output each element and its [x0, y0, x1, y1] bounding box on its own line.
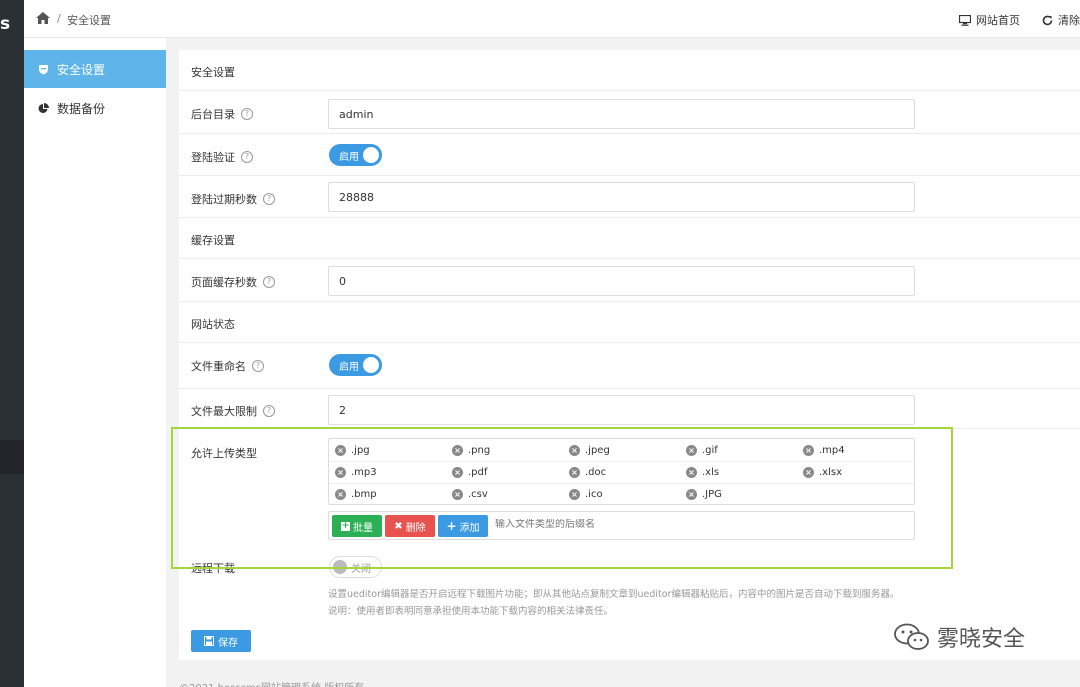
clear-cache-link[interactable]: 清除	[1042, 12, 1080, 28]
admin-dir-label: 后台目录 ?	[191, 106, 253, 122]
watermark-text: 雾晓安全	[937, 627, 1026, 652]
sidebar-item-security[interactable]: 安全设置	[24, 50, 166, 88]
page-cache-input[interactable]: 0	[328, 266, 915, 296]
login-expire-input[interactable]: 28888	[328, 182, 915, 212]
toggle-knob	[363, 357, 379, 373]
left-rail: s	[0, 0, 24, 687]
watermark: 雾晓安全	[893, 621, 1025, 653]
max-file-label: 文件最大限制 ?	[191, 403, 275, 419]
file-rename-label: 文件重命名 ?	[191, 358, 264, 374]
shield-icon	[39, 64, 48, 74]
file-rename-label-text: 文件重命名	[191, 360, 246, 373]
monitor-icon	[959, 14, 971, 26]
section-title-site: 网站状态	[191, 318, 235, 331]
login-captcha-row: 登陆验证 ? 启用	[179, 134, 1080, 176]
section-title-security: 安全设置	[191, 66, 235, 79]
clear-cache-label: 清除	[1058, 14, 1080, 27]
breadcrumb[interactable]: 安全设置	[67, 12, 111, 28]
site-home-link[interactable]: 网站首页	[959, 12, 1020, 28]
help-icon[interactable]: ?	[252, 360, 264, 372]
login-captcha-toggle[interactable]: 启用	[329, 144, 382, 166]
login-expire-label-text: 登陆过期秒数	[191, 193, 257, 206]
topbar: / 安全设置 网站首页 清除	[24, 0, 1080, 38]
site-home-label: 网站首页	[976, 14, 1020, 27]
file-rename-toggle[interactable]: 启用	[329, 354, 382, 376]
page-cache-label-text: 页面缓存秒数	[191, 276, 257, 289]
help-icon[interactable]: ?	[263, 276, 275, 288]
toggle-state-label: 启用	[339, 151, 359, 163]
section-title-cache: 缓存设置	[191, 234, 235, 247]
login-captcha-label-text: 登陆验证	[191, 151, 235, 164]
highlight-box	[171, 427, 953, 569]
max-file-row: 文件最大限制 ? 2	[179, 389, 1080, 429]
help-icon[interactable]: ?	[263, 193, 275, 205]
sidebar-item-label: 安全设置	[57, 62, 106, 77]
sidebar-item-backup[interactable]: 数据备份	[24, 89, 166, 127]
logo-fragment: s	[0, 14, 11, 34]
save-icon	[204, 636, 214, 646]
login-expire-label: 登陆过期秒数 ?	[191, 191, 275, 207]
admin-dir-input[interactable]: admin	[328, 99, 915, 129]
help-icon[interactable]: ?	[241, 151, 253, 163]
page-cache-row: 页面缓存秒数 ? 0	[179, 259, 1080, 302]
admin-dir-label-text: 后台目录	[191, 108, 235, 121]
breadcrumb-separator: /	[57, 12, 61, 25]
footer-copyright: ©2021 bosscms网站管理系统 版权所有	[179, 679, 364, 687]
sidebar: 安全设置 数据备份	[24, 38, 166, 687]
wechat-icon	[894, 623, 929, 650]
rail-block	[0, 440, 24, 474]
home-icon[interactable]	[36, 12, 50, 24]
login-captcha-label: 登陆验证 ?	[191, 149, 253, 165]
remote-download-disclaimer: 说明：使用者即表明同意承担使用本功能下载内容的相关法律责任。	[328, 606, 614, 617]
section-site-row: 网站状态	[179, 302, 1080, 343]
max-file-label-text: 文件最大限制	[191, 405, 257, 418]
section-cache-row: 缓存设置	[179, 218, 1080, 259]
remote-download-hint: 设置ueditor编辑器是否开启远程下载图片功能；即从其他站点复制文章到uedi…	[328, 589, 900, 600]
toggle-state-label: 启用	[339, 361, 359, 373]
sidebar-item-label: 数据备份	[57, 101, 106, 116]
help-icon[interactable]: ?	[263, 405, 275, 417]
pie-chart-icon	[38, 102, 49, 113]
login-expire-row: 登陆过期秒数 ? 28888	[179, 176, 1080, 218]
max-file-input[interactable]: 2	[328, 395, 915, 425]
help-icon[interactable]: ?	[241, 108, 253, 120]
admin-dir-row: 后台目录 ? admin	[179, 91, 1080, 134]
section-security-row: 安全设置	[179, 50, 1080, 91]
file-rename-row: 文件重命名 ? 启用	[179, 343, 1080, 389]
refresh-icon	[1042, 15, 1053, 25]
page-cache-label: 页面缓存秒数 ?	[191, 274, 275, 290]
save-button-label: 保存	[218, 637, 238, 649]
save-button[interactable]: 保存	[191, 630, 251, 652]
toggle-knob	[363, 147, 379, 163]
